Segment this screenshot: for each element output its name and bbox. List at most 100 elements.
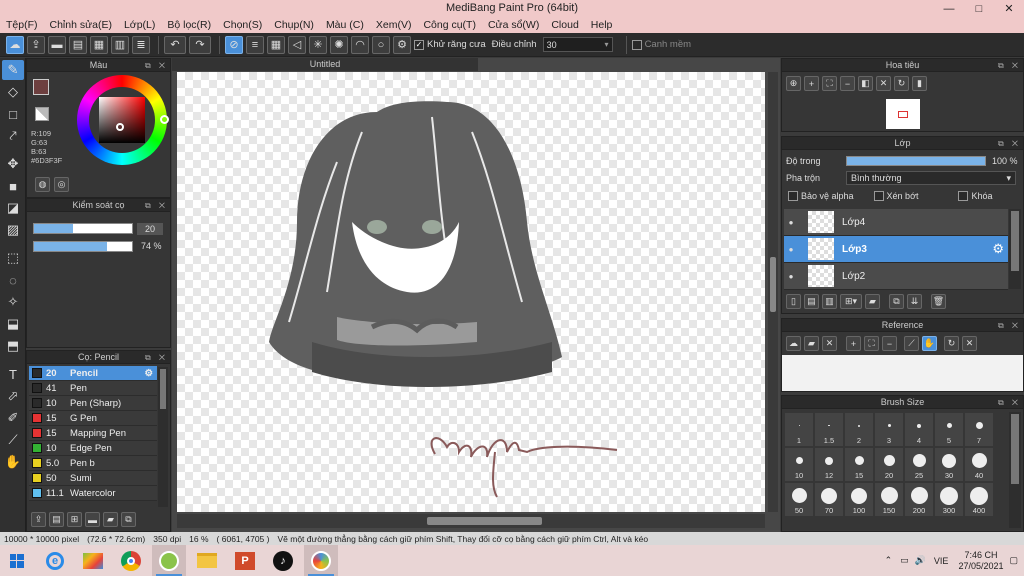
snap-soft-checkbox-icon[interactable] bbox=[631, 39, 642, 50]
zoom-icon[interactable]: ⊕ bbox=[786, 76, 801, 91]
brush-size-cell[interactable]: 10 bbox=[785, 448, 813, 481]
panel-controls-icon[interactable]: ⧉ ✕ bbox=[145, 199, 168, 212]
minimize-button[interactable]: — bbox=[934, 0, 964, 17]
zoom-out-icon[interactable]: − bbox=[840, 76, 855, 91]
horizontal-scrollbar[interactable] bbox=[177, 514, 765, 528]
zoom-out-icon[interactable]: − bbox=[882, 336, 897, 351]
rect-select-icon[interactable]: ⬚ bbox=[2, 248, 24, 268]
menu-item[interactable]: Bộ lọc(R) bbox=[167, 19, 211, 31]
color-square[interactable] bbox=[99, 97, 145, 143]
menu-item[interactable]: Chụp(N) bbox=[274, 19, 314, 31]
brush-size-cell[interactable]: 5 bbox=[935, 413, 963, 446]
lasso-select-icon[interactable]: ◌ bbox=[2, 270, 24, 290]
menu-item[interactable]: Help bbox=[591, 19, 613, 31]
open-folder-icon[interactable]: ▰ bbox=[804, 336, 819, 351]
parallel-snap-icon[interactable]: ≡ bbox=[246, 35, 264, 54]
start-button[interactable] bbox=[0, 545, 34, 576]
brush-item[interactable]: 41 Pen bbox=[29, 381, 157, 396]
brush-size-cell[interactable]: 300 bbox=[935, 483, 963, 516]
tiktok-icon[interactable]: ♪ bbox=[266, 545, 300, 576]
menu-item[interactable]: Chỉnh sửa(E) bbox=[50, 19, 112, 31]
gear-icon[interactable]: ⚙ bbox=[144, 368, 153, 379]
panel-controls-icon[interactable]: ⧉ ✕ bbox=[998, 137, 1021, 150]
layer-opacity-slider[interactable] bbox=[846, 156, 986, 166]
document-tab[interactable]: Untitled bbox=[172, 58, 478, 71]
rotate-icon[interactable]: ↻ bbox=[894, 76, 909, 91]
brush-tool-icon[interactable]: ✎ bbox=[2, 60, 24, 80]
brush-size-cell[interactable]: 1 bbox=[785, 413, 813, 446]
radial-snap-icon[interactable]: ✳ bbox=[309, 35, 327, 54]
zoom-in-icon[interactable]: + bbox=[804, 76, 819, 91]
new-halftone-icon[interactable]: ▥ bbox=[822, 294, 837, 309]
navigator-thumbnail[interactable] bbox=[886, 99, 920, 129]
layer-row[interactable]: ● Lớp3 ⚙ bbox=[784, 236, 1008, 263]
antialias-checkbox-icon[interactable]: ✓ bbox=[414, 39, 424, 50]
move-tool-icon[interactable]: ✥ bbox=[2, 154, 24, 174]
medibang-taskbar-icon[interactable] bbox=[152, 545, 186, 576]
brush-copy-icon[interactable]: ⧉ bbox=[121, 512, 136, 527]
visibility-icon[interactable]: ● bbox=[784, 272, 798, 281]
menu-item[interactable]: Tệp(F) bbox=[6, 19, 38, 31]
protect-alpha-checkbox[interactable] bbox=[788, 191, 798, 201]
delete-layer-icon[interactable]: 🗑 bbox=[931, 294, 946, 309]
expand-icon[interactable]: ✕ bbox=[962, 336, 977, 351]
brush-item[interactable]: 5.0 Pen b bbox=[29, 456, 157, 471]
list-icon[interactable]: ≣ bbox=[132, 35, 150, 54]
brush-size-cell[interactable]: 4 bbox=[905, 413, 933, 446]
radial-lines-icon[interactable]: ✺ bbox=[330, 35, 348, 54]
network-icon[interactable]: ▭ bbox=[900, 555, 909, 566]
brush-size-cell[interactable]: 400 bbox=[965, 483, 993, 516]
rotate-icon[interactable]: ↻ bbox=[944, 336, 959, 351]
duplicate-icon[interactable]: ⧉ bbox=[889, 294, 904, 309]
menu-item[interactable]: Công cụ(T) bbox=[423, 19, 476, 31]
antialias-toggle[interactable]: ✓ Khử răng cưa bbox=[414, 39, 486, 50]
gradient-tool-icon[interactable]: ▨ bbox=[2, 220, 24, 240]
brush-size-cell[interactable]: 30 bbox=[935, 448, 963, 481]
eraser-tool-icon[interactable]: ◇ bbox=[2, 82, 24, 102]
merge-icon[interactable]: ⇊ bbox=[907, 294, 922, 309]
document-icon[interactable]: ▦ bbox=[90, 35, 108, 54]
layer-row[interactable]: ● Lớp4 bbox=[784, 209, 1008, 236]
brush-size-cell[interactable]: 15 bbox=[845, 448, 873, 481]
brush-delete-icon[interactable]: ▬ bbox=[85, 512, 100, 527]
volume-icon[interactable]: 🔊 bbox=[915, 555, 926, 566]
settings-icon[interactable]: ⚙ bbox=[393, 35, 411, 54]
folder-icon[interactable]: ▰ bbox=[865, 294, 880, 309]
brush-size-cell[interactable]: 200 bbox=[905, 483, 933, 516]
bluestacks-icon[interactable] bbox=[76, 545, 110, 576]
blend-select[interactable]: Bình thường ▾ bbox=[846, 171, 1016, 185]
brush-size-cell[interactable]: 3 bbox=[875, 413, 903, 446]
lock-checkbox[interactable] bbox=[958, 191, 969, 201]
layer-menu-icon[interactable]: ⊞▾ bbox=[840, 294, 862, 309]
reset-icon[interactable]: ▮ bbox=[912, 76, 927, 91]
snap-off-icon[interactable]: ⊘ bbox=[225, 35, 243, 54]
menu-item[interactable]: Xem(V) bbox=[376, 19, 412, 31]
circle-snap-icon[interactable]: ○ bbox=[372, 35, 390, 54]
brush-size-cell[interactable]: 100 bbox=[845, 483, 873, 516]
expand-icon[interactable]: ✕ bbox=[876, 76, 891, 91]
brush-menu-icon[interactable]: ⊞ bbox=[67, 512, 82, 527]
brush-folder-icon[interactable]: ▰ bbox=[103, 512, 118, 527]
ie-icon[interactable]: e bbox=[38, 545, 72, 576]
medibang-active-icon[interactable] bbox=[304, 545, 338, 576]
brush-size-cell[interactable]: 50 bbox=[785, 483, 813, 516]
brush-page-icon[interactable]: ▤ bbox=[49, 512, 64, 527]
magic-wand-icon[interactable]: ✧ bbox=[2, 292, 24, 312]
eyedropper-icon[interactable]: ⟋ bbox=[2, 430, 24, 450]
hand-tool-icon[interactable]: ✋ bbox=[2, 452, 24, 472]
clipping-checkbox[interactable] bbox=[873, 191, 884, 201]
visibility-icon[interactable]: ● bbox=[784, 245, 798, 254]
fit-icon[interactable]: ⛶ bbox=[822, 76, 837, 91]
hand-icon[interactable]: ✋ bbox=[922, 336, 937, 351]
redo-icon[interactable]: ↷ bbox=[189, 35, 211, 54]
select-pen-tool-icon[interactable]: ⬓ bbox=[2, 314, 24, 334]
brush-size-cell[interactable]: 40 bbox=[965, 448, 993, 481]
layer-row[interactable]: ● Lớp2 bbox=[784, 263, 1008, 290]
bucket-tool-icon[interactable]: ◪ bbox=[2, 198, 24, 218]
comment-icon[interactable]: ▬ bbox=[48, 35, 66, 54]
flip-icon[interactable]: ◧ bbox=[858, 76, 873, 91]
opacity-slider[interactable] bbox=[33, 241, 133, 252]
brush-size-cell[interactable]: 25 bbox=[905, 448, 933, 481]
language-indicator[interactable]: VIE bbox=[934, 556, 949, 566]
cross-snap-icon[interactable]: ▦ bbox=[267, 35, 285, 54]
